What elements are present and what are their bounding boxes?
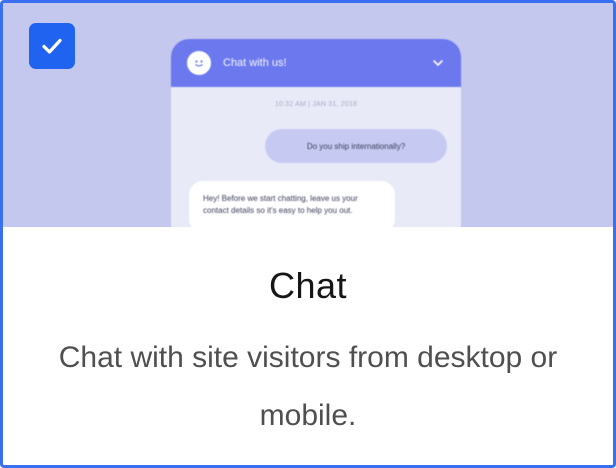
chat-preview-image: Chat with us! 10:32 AM | JAN 31, 2018 Do… bbox=[3, 3, 613, 227]
user-message-bubble: Do you ship internationally? bbox=[265, 129, 447, 163]
chat-widget-header: Chat with us! bbox=[171, 39, 461, 87]
card-description: Chat with site visitors from desktop or … bbox=[58, 341, 558, 432]
card-content: Chat Chat with site visitors from deskto… bbox=[3, 227, 613, 465]
chat-widget-mockup: Chat with us! 10:32 AM | JAN 31, 2018 Do… bbox=[171, 39, 461, 227]
chevron-down-icon bbox=[431, 56, 445, 70]
check-icon bbox=[42, 38, 62, 54]
chat-app-card[interactable]: Chat with us! 10:32 AM | JAN 31, 2018 Do… bbox=[0, 0, 616, 468]
card-title: Chat bbox=[268, 265, 348, 306]
smiley-icon bbox=[187, 51, 211, 75]
chat-timestamp: 10:32 AM | JAN 31, 2018 bbox=[274, 101, 358, 108]
chat-widget-title: Chat with us! bbox=[223, 57, 287, 69]
bot-message-bubble: Hey! Before we start chatting, leave us … bbox=[189, 181, 395, 227]
selected-checkbox[interactable] bbox=[29, 23, 75, 69]
